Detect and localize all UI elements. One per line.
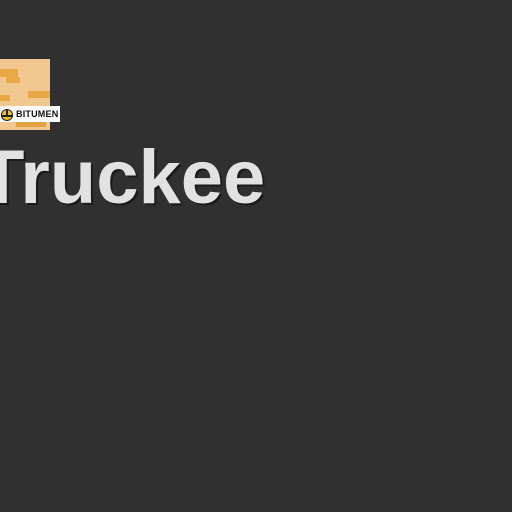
thumbnail-blob bbox=[0, 69, 18, 77]
page: BITUMEN Truckee bbox=[0, 0, 512, 512]
page-title: Truckee bbox=[0, 135, 266, 220]
brand-label: BITUMEN bbox=[16, 109, 59, 119]
thumbnail-blob bbox=[0, 95, 10, 101]
thumbnail-blob bbox=[6, 77, 20, 83]
hardhat-icon bbox=[1, 109, 13, 121]
thumbnail-blob bbox=[28, 91, 50, 98]
brand-logo: BITUMEN bbox=[0, 106, 61, 122]
